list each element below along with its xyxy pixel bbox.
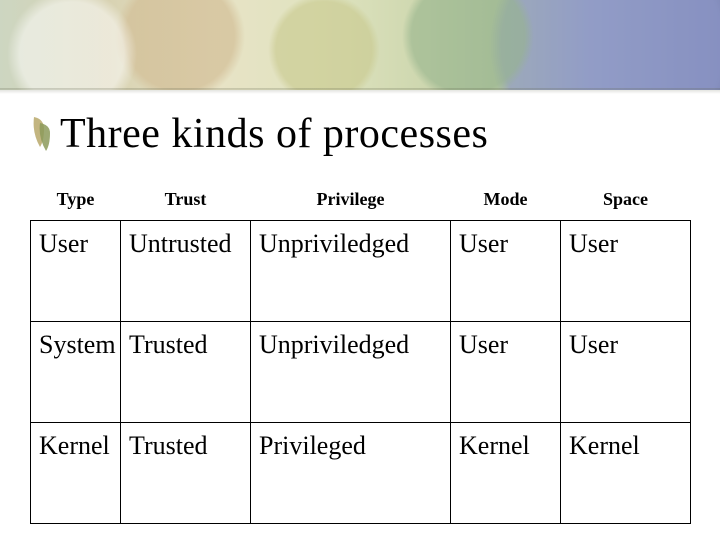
col-header-trust: Trust <box>121 185 251 221</box>
cell-mode: User <box>451 322 561 423</box>
cell-privilege: Unpriviledged <box>251 221 451 322</box>
cell-privilege: Unpriviledged <box>251 322 451 423</box>
slide-title: Three kinds of processes <box>60 110 680 158</box>
cell-space: Kernel <box>561 423 691 524</box>
col-header-privilege: Privilege <box>251 185 451 221</box>
cell-type: System <box>31 322 121 423</box>
cell-mode: Kernel <box>451 423 561 524</box>
table-row: User Untrusted Unpriviledged User User <box>31 221 691 322</box>
cell-type: User <box>31 221 121 322</box>
cell-type: Kernel <box>31 423 121 524</box>
decorative-banner <box>0 0 720 90</box>
slide: Three kinds of processes Type Trust Priv… <box>0 0 720 540</box>
cell-trust: Trusted <box>121 423 251 524</box>
leaf-bullet-icon <box>30 107 56 159</box>
table-row: System Trusted Unpriviledged User User <box>31 322 691 423</box>
cell-privilege: Privileged <box>251 423 451 524</box>
table-row: Kernel Trusted Privileged Kernel Kernel <box>31 423 691 524</box>
col-header-space: Space <box>561 185 691 221</box>
cell-space: User <box>561 322 691 423</box>
col-header-type: Type <box>31 185 121 221</box>
cell-trust: Untrusted <box>121 221 251 322</box>
process-table: Type Trust Privilege Mode Space User Unt… <box>30 185 690 524</box>
cell-space: User <box>561 221 691 322</box>
cell-trust: Trusted <box>121 322 251 423</box>
cell-mode: User <box>451 221 561 322</box>
col-header-mode: Mode <box>451 185 561 221</box>
table-header-row: Type Trust Privilege Mode Space <box>31 185 691 221</box>
